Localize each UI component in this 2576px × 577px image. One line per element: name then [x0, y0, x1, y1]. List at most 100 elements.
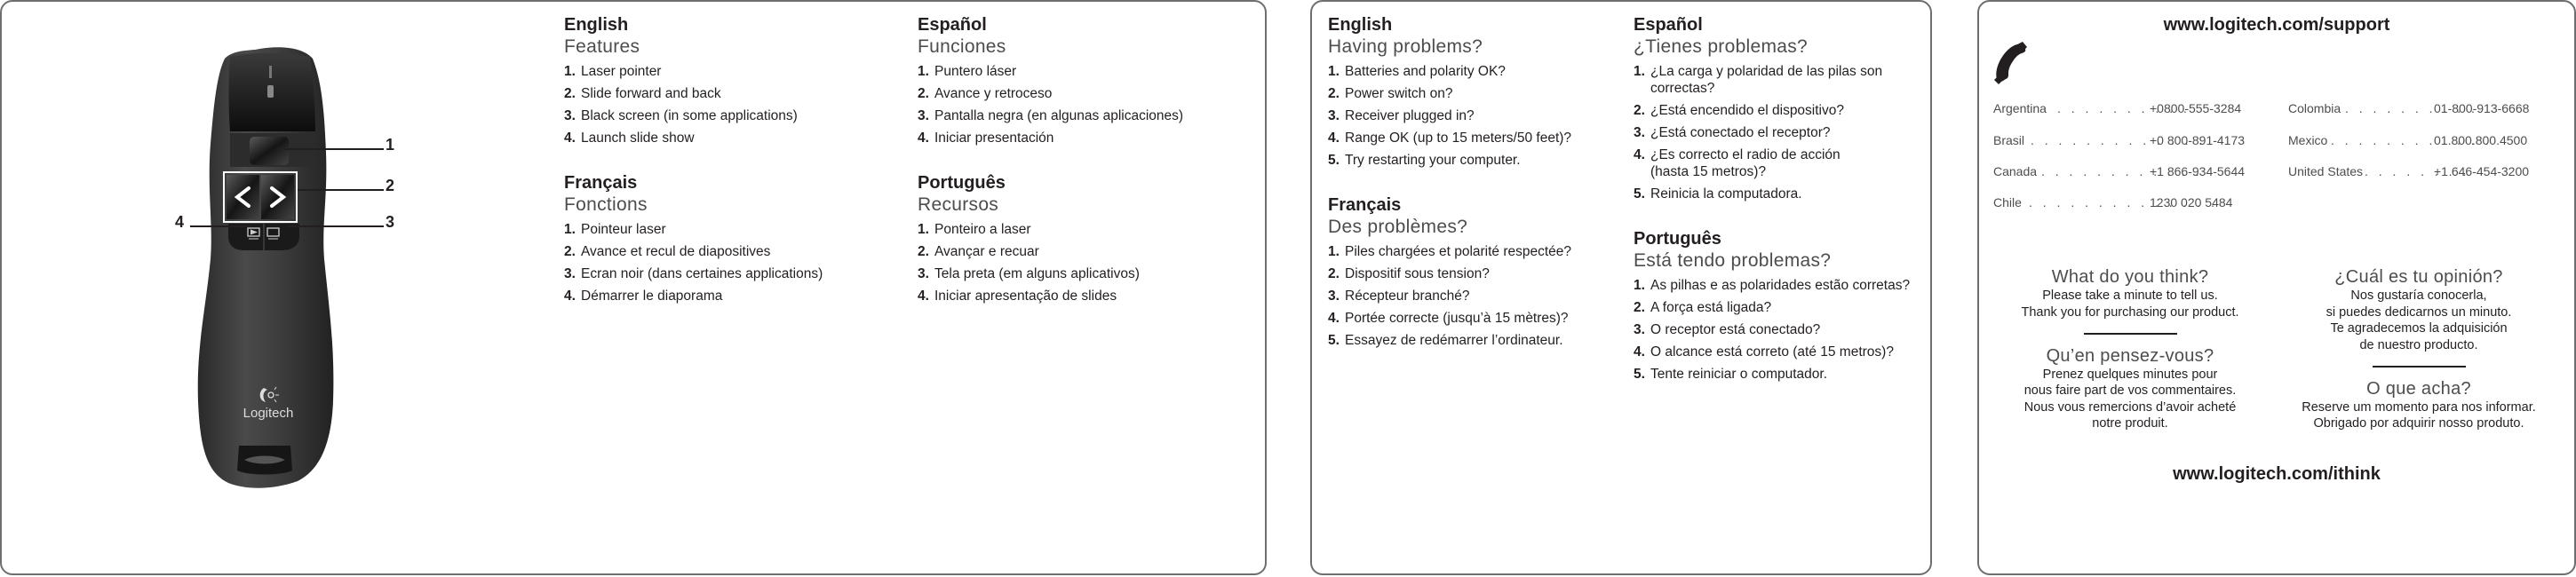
language-heading: Español [1634, 15, 1703, 35]
list-item: 2. Slide forward and back [564, 86, 721, 101]
list-item: 1. Piles chargées et polarité respectée? [1328, 244, 1572, 259]
section-title: Funciones [918, 36, 1006, 57]
feedback-title: Qu’en pensez-vous? [2046, 345, 2214, 366]
power-indicator [269, 66, 272, 78]
list-item: 5. Try restarting your computer. [1328, 153, 1521, 168]
divider [2083, 333, 2177, 335]
feedback-body: Prenez quelques minutes pour nous faire … [2023, 367, 2237, 431]
troubleshooting-column-right: Español ¿Tienes problemas? 1. ¿La carga y… [1634, 14, 1927, 408]
list-item: 1. ¿La carga y polaridad de las pilas son… [1634, 64, 1883, 96]
phone-entry-number: +1 646-454-3200 [2434, 164, 2530, 178]
callout-number-2: 2 [386, 177, 395, 194]
list-item: 4. Iniciar apresentação de slides [918, 288, 1117, 304]
list-item: 3. Receiver plugged in? [1328, 108, 1475, 123]
section-title: Des problèmes? [1328, 217, 1468, 237]
callout-line-4 [190, 225, 250, 227]
language-heading: Português [918, 173, 1006, 193]
phone-entry-country: Colombia [2288, 101, 2341, 115]
troubleshooting-section-french: Français Des problèmes? 1. Piles chargées… [1328, 194, 1571, 352]
callout-line-3 [288, 225, 384, 227]
feedback-body: Please take a minute to tell us. Thank y… [2021, 288, 2239, 320]
section-title: ¿Tienes problemas? [1634, 36, 1809, 57]
list-item: 5. Reinicia la computadora. [1634, 186, 1802, 202]
callout-number-1: 1 [386, 136, 395, 154]
list-item: 5. Essayez de redémarrer l’ordinateur. [1328, 333, 1563, 348]
list-item: 2. Avançar e recuar [918, 244, 1039, 259]
feedback-title: O que acha? [2366, 378, 2471, 399]
features-section-portuguese: Português Recursos 1. Ponteiro a laser 2.… [918, 172, 1183, 307]
list-item: 2. Avance y retroceso [918, 86, 1053, 101]
callout-number-3: 3 [386, 213, 395, 231]
back-button [227, 175, 259, 219]
phone-entry-number: 1230 020 5484 [2150, 195, 2233, 209]
support-panel: www.logitech.com/support Argentina . . .… [1977, 0, 2576, 575]
list-item: 4. ¿Es correcto el radio de acción (hasta… [1634, 147, 1841, 179]
section-title: Features [564, 36, 640, 57]
features-section-spanish: Español Funciones 1. Puntero láser 2. Avan… [918, 14, 1183, 149]
phone-entry-country: Brasil [1993, 133, 2025, 147]
list-item: 2. Avance et recul de diapositives [564, 244, 771, 259]
list-item: 4. Portée correcte (jusqu’à 15 mètres)? [1328, 311, 1569, 326]
phone-entry-number: +0800-555-3284 [2150, 101, 2242, 115]
list-item: 1. Laser pointer [564, 64, 662, 79]
language-heading: Português [1634, 229, 1721, 249]
list-item: 1. Pointeur laser [564, 222, 666, 237]
features-panel: Logitech 1 2 3 4 English Features 1. Lase… [0, 0, 1267, 575]
feedback-title: What do you think? [2051, 267, 2209, 287]
features-column-right: Español Funciones 1. Puntero láser 2. Avan… [918, 14, 1183, 330]
troubleshooting-section-portuguese: Português Está tendo problemas? 1. As pil… [1634, 228, 1927, 385]
support-url-link[interactable]: www.logitech.com/support [1979, 15, 2574, 36]
language-heading: English [564, 15, 629, 35]
callout-line-2 [298, 189, 384, 191]
list-item: 4. Démarrer le diaporama [564, 288, 723, 304]
language-heading: Français [1328, 195, 1402, 215]
callout-number-4: 4 [175, 213, 185, 231]
features-section-french: Français Fonctions 1. Pointeur laser 2. Av… [564, 172, 823, 307]
forward-button [261, 175, 294, 219]
language-heading: Español [918, 15, 987, 35]
section-title: Recursos [918, 194, 999, 215]
list-item: 3. Pantalla negra (en algunas aplicacione… [918, 108, 1184, 123]
device-brand-label: Logitech [243, 406, 294, 421]
phone-entry-country: Canada [1993, 164, 2038, 178]
list-item: 2. A força está ligada? [1634, 300, 1772, 315]
phone-entry-country: Argentina [1993, 101, 2047, 115]
section-title: Fonctions [564, 194, 648, 215]
list-item: 4. Iniciar presentación [918, 130, 1054, 146]
troubleshooting-section-spanish: Español ¿Tienes problemas? 1. ¿La carga y… [1634, 14, 1927, 205]
feedback-url-link[interactable]: www.logitech.com/ithink [1979, 464, 2574, 485]
list-item: 1. Ponteiro a laser [918, 222, 1031, 237]
phone-entry-number: +1 866-934-5644 [2150, 164, 2246, 178]
feedback-body: Reserve um momento para nos informar. Ob… [2302, 399, 2536, 431]
features-column-left: English Features 1. Laser pointer 2. Slide… [564, 14, 823, 330]
phone-handset-icon [1994, 42, 2027, 84]
troubleshooting-column-left: English Having problems? 1. Batteries and… [1328, 14, 1571, 375]
section-title: Having problems? [1328, 36, 1483, 57]
list-item: 5. Tente reiniciar o computador. [1634, 367, 1828, 382]
phone-entry-country: Mexico [2288, 133, 2328, 147]
feedback-body: Nos gustaría conocerla, si puedes dedica… [2326, 288, 2512, 352]
list-item: 2. Dispositif sous tension? [1328, 266, 1490, 281]
list-item: 4. O alcance está correto (até 15 metros)… [1634, 344, 1894, 360]
troubleshooting-panel: English Having problems? 1. Batteries and… [1310, 0, 1932, 575]
phone-entry-number: 01.800.800.4500 [2434, 133, 2528, 147]
phone-entry-number: +0 800-891-4173 [2150, 133, 2246, 147]
list-item: 2. Power switch on? [1328, 86, 1453, 101]
feedback-column-right: ¿Cuál es tu opinión? Nos gustaría conoce… [2286, 266, 2552, 432]
phone-entry-number: 01-800-913-6668 [2434, 101, 2530, 115]
list-item: 3. Récepteur branché? [1328, 288, 1470, 304]
list-item: 2. ¿Está encendido el dispositivo? [1634, 103, 1844, 118]
feedback-column-left: What do you think? Please take a minute … [1997, 266, 2263, 432]
list-item: 3. Ecran noir (dans certaines application… [564, 266, 823, 281]
list-item: 1. Batteries and polarity OK? [1328, 64, 1506, 79]
list-item: 3. Black screen (in some applications) [564, 108, 798, 123]
list-item: 3. Tela preta (em alguns aplicativos) [918, 266, 1140, 281]
callout-line-1 [284, 148, 384, 150]
phone-entry-country: United States [2288, 164, 2364, 178]
language-heading: Français [564, 173, 638, 193]
list-item: 4. Range OK (up to 15 meters/50 feet)? [1328, 130, 1572, 146]
divider [2372, 366, 2466, 368]
troubleshooting-section-english: English Having problems? 1. Batteries and… [1328, 14, 1571, 171]
list-item: 1. As pilhas e as polaridades estão corre… [1634, 278, 1911, 293]
list-item: 4. Launch slide show [564, 130, 695, 146]
